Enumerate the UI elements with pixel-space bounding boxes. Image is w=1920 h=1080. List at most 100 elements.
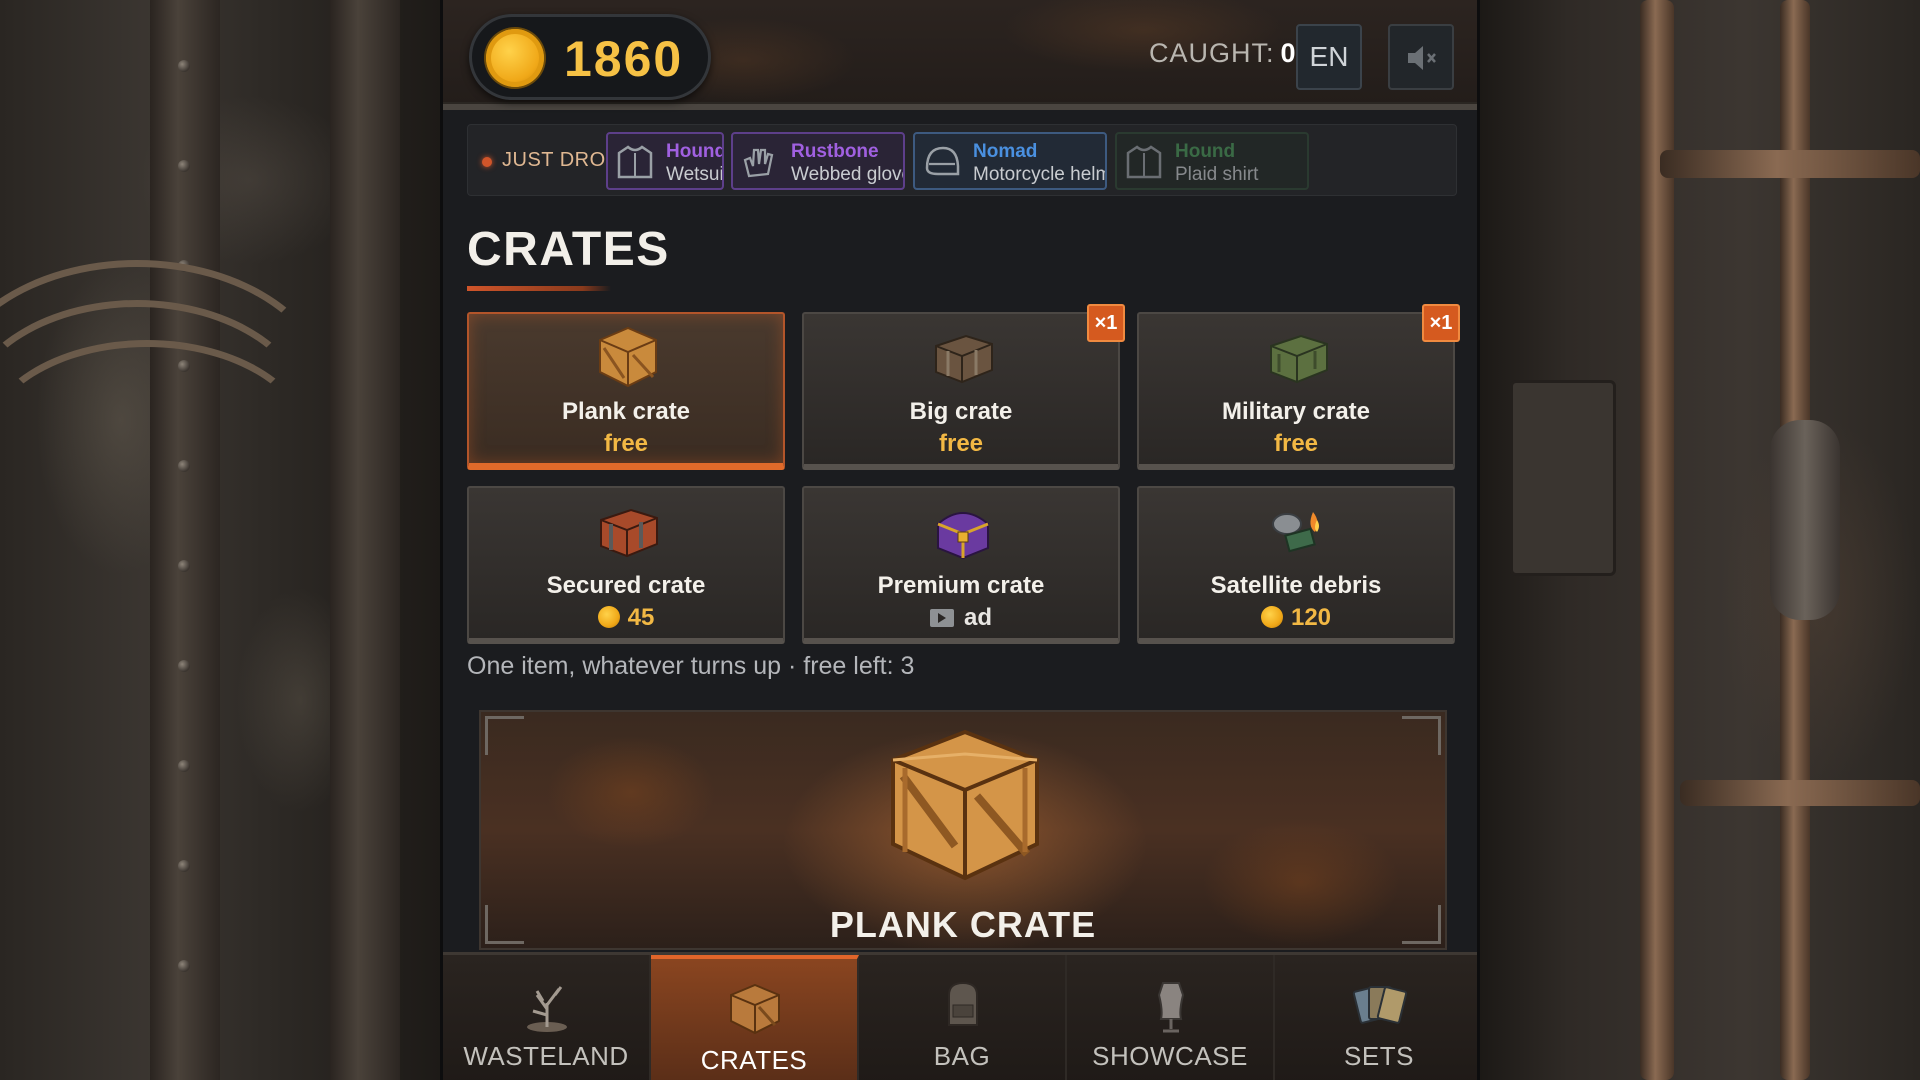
crate-card-secured[interactable]: Secured crate 45 [467, 486, 785, 644]
lever-switch [1770, 420, 1840, 620]
coin-icon [1260, 606, 1283, 628]
drop-item-name: Plaid shirt [1175, 164, 1259, 185]
crate-price: 45 [469, 604, 783, 632]
rivet [178, 860, 190, 872]
crate-price-value: 120 [1290, 604, 1332, 631]
plank-crate-large-icon [891, 729, 1039, 881]
crate-card-premium[interactable]: Premium crate ad [802, 486, 1120, 644]
rivet [178, 760, 190, 772]
satellite-debris-icon [1272, 512, 1319, 553]
drop-player-name: Nomad [973, 141, 1038, 162]
background-right-wall [1480, 0, 1920, 1080]
steel-beam [330, 0, 400, 1080]
crate-name: Big crate [909, 398, 1013, 425]
drop-card[interactable]: Hound Wetsuit [606, 132, 724, 190]
cable [0, 340, 314, 554]
background-left-wall [0, 0, 440, 1080]
just-dropped-ticker: JUST DROPPED Hound Wetsuit Rustbone Webb… [467, 124, 1457, 196]
gloves-icon [743, 148, 774, 178]
crate-description: One item, whatever turns up · free left:… [467, 652, 915, 680]
pipe [1660, 150, 1920, 178]
nav-label: SETS [1344, 1041, 1414, 1071]
frame-corner [1402, 716, 1441, 755]
crate-price: 120 [1139, 604, 1453, 632]
video-ad-icon [929, 609, 954, 627]
backpack-icon [948, 981, 978, 1026]
sound-toggle-button[interactable] [1388, 24, 1454, 90]
crate-card-military[interactable]: Military crate free [1137, 312, 1455, 470]
nav-tab-wasteland[interactable]: WASTELAND [443, 955, 651, 1080]
crate-price-value: ad [963, 604, 992, 631]
title-underline [467, 286, 611, 291]
cards-icon [1352, 986, 1408, 1024]
crate-card-plank[interactable]: Plank crate free [467, 312, 785, 470]
rivet [178, 960, 190, 972]
coin-amount: 1860 [564, 31, 684, 87]
drop-item-name: Motorcycle helmet [973, 164, 1105, 185]
drop-card[interactable]: Hound Plaid shirt [1115, 132, 1309, 190]
crate-price: ad [804, 604, 1118, 632]
electrical-box [1510, 380, 1616, 576]
game-panel: 1860 CAUGHT: 0 EN JUST DROPPED Hound Wets… [440, 0, 1480, 1080]
helmet-icon [925, 146, 960, 176]
coin-balance: 1860 [469, 14, 711, 100]
crate-icon [730, 983, 780, 1035]
big-crate-icon [935, 334, 993, 384]
crate-count-badge: ×1 [1422, 304, 1460, 342]
secured-crate-icon [600, 508, 658, 558]
top-bar: 1860 CAUGHT: 0 EN [443, 0, 1477, 110]
drop-card[interactable]: Rustbone Webbed gloves [731, 132, 905, 190]
nav-label: WASTELAND [463, 1041, 629, 1071]
shirt-icon [617, 145, 653, 179]
selected-crate-title: PLANK CRATE [829, 904, 1097, 945]
nav-label: SHOWCASE [1092, 1041, 1248, 1071]
coin-icon [597, 606, 620, 628]
military-crate-icon [1270, 334, 1328, 384]
dead-tree-icon [527, 986, 567, 1032]
nav-tab-bag[interactable]: BAG [859, 955, 1067, 1080]
caught-value: 0 [1280, 38, 1297, 68]
crate-name: Premium crate [877, 572, 1045, 599]
drop-item-name: Webbed gloves [791, 164, 903, 185]
mannequin-icon [1157, 982, 1185, 1033]
crate-name: Satellite debris [1210, 572, 1382, 599]
nav-tab-showcase[interactable]: SHOWCASE [1067, 955, 1275, 1080]
crate-preview-stage[interactable]: PLANK CRATE [479, 710, 1447, 950]
nav-label: CRATES [700, 1045, 808, 1075]
rivet [178, 660, 190, 672]
crate-price: free [1273, 430, 1319, 457]
bottom-nav: WASTELAND CRATES BAG SHOWCASE SETS [443, 952, 1477, 1080]
crate-name: Plank crate [561, 398, 691, 425]
speaker-muted-icon [1408, 46, 1436, 70]
crate-name: Military crate [1221, 398, 1371, 425]
caught-counter: CAUGHT: 0 [1149, 38, 1297, 69]
nav-label: BAG [933, 1041, 991, 1071]
crate-price-value: 45 [627, 604, 655, 631]
language-button[interactable]: EN [1296, 24, 1362, 90]
nav-tab-crates[interactable]: CRATES [651, 955, 859, 1080]
crate-name: Secured crate [546, 572, 706, 599]
crate-card-satellite[interactable]: Satellite debris 120 [1137, 486, 1455, 644]
rivet [178, 160, 190, 172]
drop-player-name: Hound [1175, 141, 1236, 162]
crates-section-title: CRATES [467, 223, 670, 276]
crate-price: free [938, 430, 984, 457]
nav-tab-sets[interactable]: SETS [1275, 955, 1477, 1080]
crate-count-badge: ×1 [1087, 304, 1125, 342]
crate-price: free [603, 430, 649, 457]
rivet [178, 60, 190, 72]
crate-card-big[interactable]: Big crate free [802, 312, 1120, 470]
premium-crate-icon [937, 512, 989, 560]
live-indicator-dot [482, 157, 492, 167]
drop-player-name: Hound [666, 141, 724, 162]
frame-corner [485, 716, 524, 755]
drop-card[interactable]: Nomad Motorcycle helmet [913, 132, 1107, 190]
drop-item-name: Wetsuit [666, 164, 724, 185]
plank-crate-icon [599, 326, 657, 388]
rivet [178, 560, 190, 572]
pipe [1680, 780, 1920, 806]
shirt-icon [1126, 145, 1162, 179]
caught-label: CAUGHT: [1149, 38, 1275, 68]
coin-icon [486, 29, 544, 87]
drop-player-name: Rustbone [791, 141, 879, 162]
